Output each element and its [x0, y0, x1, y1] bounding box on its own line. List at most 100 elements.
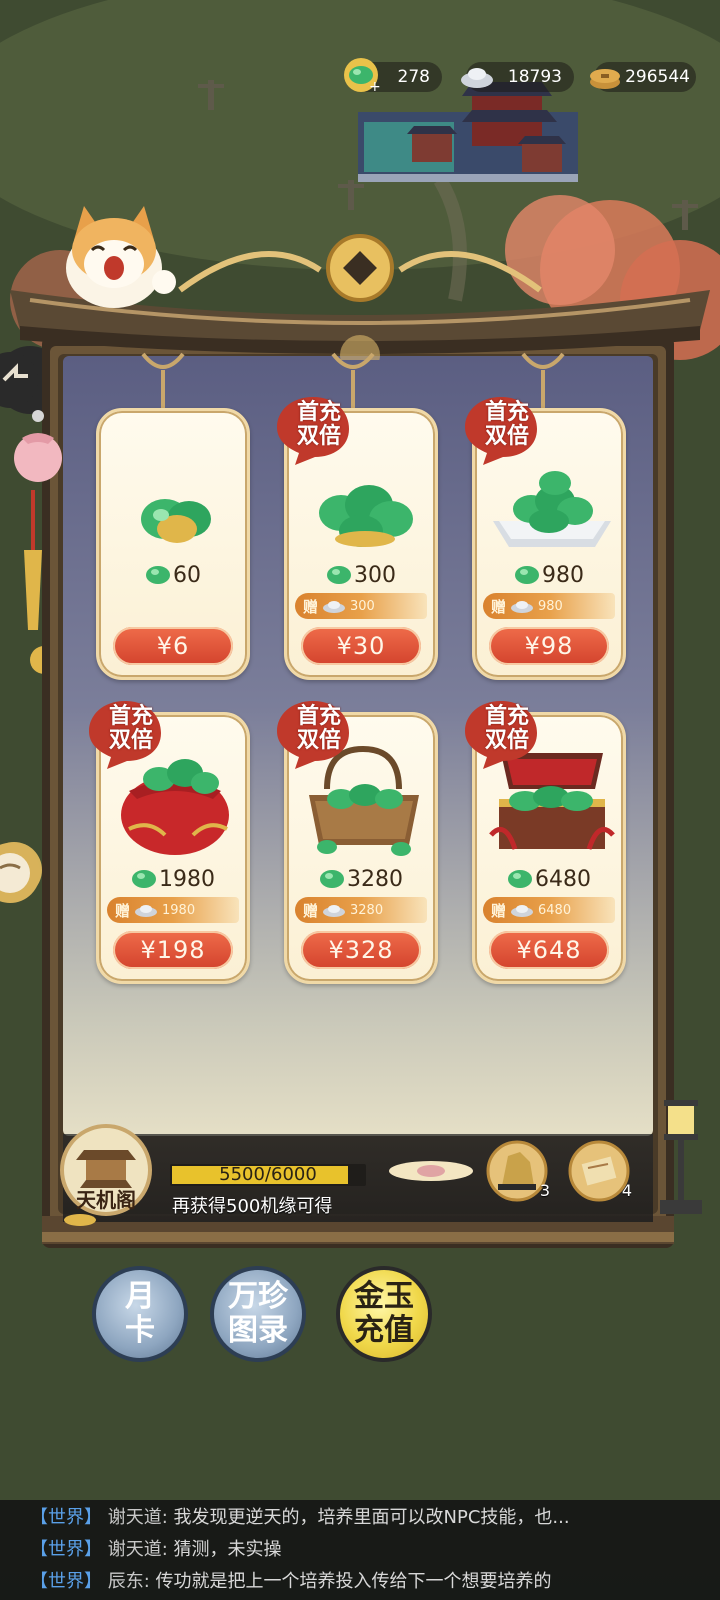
silver-currency[interactable]: 18793 — [461, 62, 574, 92]
jade-amount: 1980 — [159, 866, 215, 892]
chat-bubble-icon[interactable] — [0, 838, 44, 908]
buy-button[interactable]: ¥648 — [489, 931, 609, 969]
bonus-amount: 300 — [350, 598, 375, 614]
tab-label: 万珍 — [228, 1279, 288, 1314]
bonus-row: 赠 980 — [483, 593, 615, 619]
recharge-pack-card[interactable]: 60 ¥6 — [96, 408, 250, 680]
silver-ingot-icon — [323, 905, 346, 917]
bonus-label: 赠 — [491, 597, 507, 616]
tab-label: 充值 — [354, 1313, 414, 1348]
reward-count: 4 — [621, 1181, 632, 1200]
buy-button[interactable]: ¥6 — [113, 627, 233, 665]
bonus-amount: 1980 — [162, 902, 196, 918]
recharge-pack-card[interactable]: 6480 赠 6480 ¥648 首充 双倍 — [465, 701, 626, 984]
first-recharge-double-text: 首充 双倍 — [296, 704, 341, 753]
chat-message[interactable]: 【世界】 谢天道: 我发现更逆天的，培养里面可以改NPC技能，也... — [30, 1502, 710, 1534]
jade-icon — [320, 870, 344, 888]
scroll-item-icon — [568, 1140, 630, 1202]
tab-jade-recharge[interactable]: 金玉 充值 — [336, 1266, 432, 1362]
tab-label: 图录 — [228, 1313, 288, 1348]
recharge-pack-card[interactable]: 980 赠 980 ¥98 首充 双倍 — [465, 397, 626, 680]
chat-text: 传功就是把上一个培养投入传给下一个想要培养的 — [155, 1571, 552, 1592]
recharge-pack-card[interactable]: 3280 赠 3280 ¥328 首充 双倍 — [277, 701, 438, 984]
first-recharge-double-text: 首充 双倍 — [484, 704, 529, 753]
jade-icon — [132, 870, 156, 888]
pouch-icon[interactable] — [8, 408, 68, 488]
silver-ingot-icon — [461, 68, 493, 88]
lantern-icon — [660, 1100, 702, 1214]
coin-stack-icon — [590, 69, 620, 89]
chat-message[interactable]: 【世界】 谢天道: 猜测，未实操 — [30, 1534, 710, 1566]
tab-label: 金玉 — [354, 1279, 414, 1314]
jade-icon: + — [344, 58, 380, 94]
bonus-label: 赠 — [115, 901, 131, 920]
reward-ribbon-icon — [389, 1161, 473, 1181]
silver-ingot-icon — [323, 601, 346, 613]
jade-icon — [515, 566, 539, 584]
pavilion-label: 天机阁 — [76, 1188, 136, 1212]
tab-treasure-catalog[interactable]: 万珍 图录 — [210, 1266, 306, 1362]
silver-amount: 18793 — [507, 67, 562, 87]
jade-amount: 60 — [173, 562, 201, 588]
jade-amount: 6480 — [535, 866, 591, 892]
tab-monthly-card[interactable]: 月卡 — [92, 1266, 188, 1362]
reward-count: 3 — [539, 1181, 550, 1200]
jade-amount: 3280 — [347, 866, 403, 892]
jade-amount-row: 980 — [475, 559, 623, 591]
recharge-pack-card[interactable]: 1980 赠 1980 ¥198 首充 双倍 — [89, 701, 250, 984]
silver-ingot-icon — [135, 905, 158, 917]
svg-text:+: + — [369, 79, 380, 94]
first-recharge-double-text: 首充 双倍 — [108, 704, 153, 753]
bonus-amount: 3280 — [350, 902, 384, 918]
jade-amount-row: 6480 — [475, 863, 623, 895]
pavilion-emblem-icon[interactable] — [56, 1120, 156, 1230]
first-recharge-double-text: 首充 双倍 — [484, 400, 529, 449]
bonus-label: 赠 — [491, 901, 507, 920]
bonus-row: 赠 3280 — [295, 897, 427, 923]
jade-amount-row: 60 — [99, 559, 247, 591]
jade-amount: 278 — [397, 67, 430, 87]
pavilion-building-illustration[interactable] — [352, 82, 588, 188]
reward-item[interactable]: 4 — [568, 1140, 632, 1202]
jade-icon — [327, 566, 351, 584]
coin-amount: 296544 — [625, 67, 690, 87]
chat-channel-tag: 【世界】 — [30, 1571, 102, 1592]
bonus-row: 赠 300 — [295, 593, 427, 619]
buy-button[interactable]: ¥30 — [301, 627, 421, 665]
bonus-label: 赠 — [303, 597, 319, 616]
jade-amount-row: 300 — [287, 559, 435, 591]
coin-currency[interactable]: 296544 — [590, 62, 696, 92]
buy-button[interactable]: ¥328 — [301, 931, 421, 969]
jade-amount-row: 1980 — [99, 863, 247, 895]
fortune-progress-bar: 5500/6000 — [170, 1164, 366, 1186]
chat-sender: 谢天道: — [107, 1507, 168, 1528]
jade-pile-small-illustration — [141, 499, 211, 543]
tassel-icon — [24, 490, 42, 630]
jade-amount-row: 3280 — [287, 863, 435, 895]
chat-message[interactable]: 【世界】 辰东: 传功就是把上一个培养投入传给下一个想要培养的 — [30, 1566, 710, 1598]
silver-ingot-icon — [511, 905, 534, 917]
tab-label: 卡 — [125, 1313, 155, 1348]
jade-currency[interactable]: + 278 — [344, 58, 442, 94]
tab-label: 月 — [125, 1279, 155, 1314]
jade-amount: 300 — [354, 562, 396, 588]
hanging-ornaments — [141, 352, 565, 410]
chat-channel-tag: 【世界】 — [30, 1539, 102, 1560]
bonus-row: 赠 1980 — [107, 897, 239, 923]
bonus-label: 赠 — [303, 901, 319, 920]
rock-item-icon — [486, 1140, 548, 1202]
jade-amount: 980 — [542, 562, 584, 588]
reward-item[interactable]: 3 — [486, 1140, 550, 1202]
world-chat-panel[interactable]: 【世界】 谢天道: 我发现更逆天的，培养里面可以改NPC技能，也... 【世界】… — [0, 1500, 720, 1600]
fortune-progress-text: 5500/6000 — [219, 1164, 317, 1185]
cat-mascot[interactable] — [56, 202, 176, 312]
chat-channel-tag: 【世界】 — [30, 1507, 102, 1528]
recharge-pack-card[interactable]: 300 赠 300 ¥30 首充 双倍 — [277, 397, 438, 680]
bonus-amount: 6480 — [538, 902, 572, 918]
fortune-progress-description: 再获得500机缘可得 — [172, 1196, 333, 1217]
side-menu-icon[interactable] — [0, 350, 40, 410]
buy-button[interactable]: ¥198 — [113, 931, 233, 969]
bonus-row: 赠 6480 — [483, 897, 615, 923]
buy-button[interactable]: ¥98 — [489, 627, 609, 665]
bonus-amount: 980 — [538, 598, 563, 614]
